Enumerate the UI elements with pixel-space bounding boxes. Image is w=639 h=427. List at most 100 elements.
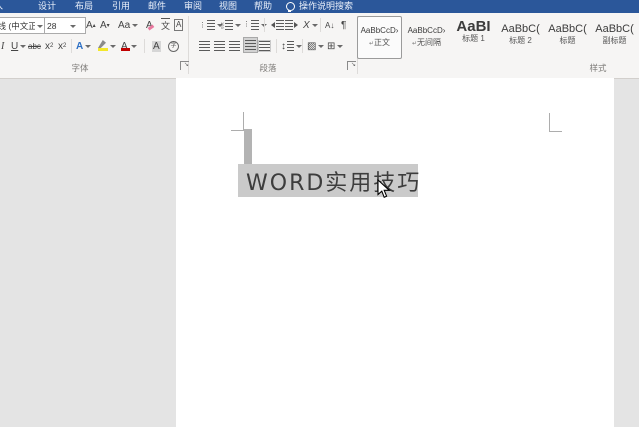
font-dialog-launcher[interactable]: ↘ [180, 61, 189, 70]
chevron-down-icon [235, 24, 241, 30]
change-case-button[interactable]: Aa [118, 17, 138, 33]
borders-button[interactable]: ⊞ [327, 38, 343, 54]
line-spacing-lines [287, 41, 294, 51]
shading-button[interactable]: ▨ [307, 38, 324, 54]
chevron-down-icon [132, 24, 138, 30]
paragraph-dialog-launcher[interactable]: ↘ [347, 61, 356, 70]
justify-icon [245, 40, 256, 50]
decrease-indent-button[interactable] [268, 17, 284, 33]
strikethrough-icon: abc [28, 42, 41, 51]
enclose-characters-button[interactable]: 字 [168, 38, 179, 54]
shrink-font-button[interactable]: A▾ [100, 17, 110, 33]
tab-design[interactable]: 设计 [38, 0, 56, 13]
bullets-icon: ⋮ [199, 21, 206, 29]
clear-formatting-button[interactable]: A [146, 17, 153, 33]
align-center-icon [214, 41, 225, 51]
font-name-value: 等线 (中文正文) [0, 20, 35, 32]
text-effects-icon: A [76, 41, 83, 52]
italic-button[interactable]: I [1, 38, 4, 54]
margin-mark-left-v [243, 112, 244, 130]
distribute-button[interactable] [259, 38, 270, 54]
character-border-icon: A [174, 19, 183, 31]
chevron-down-icon [318, 45, 324, 51]
margin-mark-right-v [549, 113, 550, 132]
tab-references[interactable]: 引用 [112, 0, 130, 13]
enclose-characters-icon: 字 [168, 41, 179, 52]
style-normal[interactable]: AaBbCcD› ↵正文 [357, 16, 402, 59]
document-selected-text[interactable]: WORD实用技巧 [238, 165, 421, 197]
divider [144, 39, 145, 53]
divider [276, 39, 277, 53]
multilevel-list-icon: ⋮ [243, 20, 250, 28]
tab-help[interactable]: 帮助 [254, 0, 272, 13]
text-effects-button[interactable]: A [76, 38, 91, 54]
chevron-down-icon [70, 25, 76, 31]
style-sample: AaBbC( [499, 22, 542, 36]
highlight-icon [97, 40, 108, 52]
subscript-button[interactable]: x2 [45, 38, 53, 54]
font-size-value: 28 [47, 21, 56, 31]
tab-layout[interactable]: 布局 [75, 0, 93, 13]
tab-view[interactable]: 视图 [219, 0, 237, 13]
tab-insert[interactable]: 插入 [0, 0, 3, 13]
align-left-icon [199, 41, 210, 51]
indent-lines [285, 20, 293, 30]
style-sample: A [632, 22, 639, 36]
chevron-down-icon [131, 45, 137, 51]
font-size-combo[interactable]: 28 [44, 17, 86, 34]
change-case-icon: Aa [118, 20, 130, 31]
chevron-down-icon [110, 45, 116, 51]
font-color-button[interactable]: A [120, 38, 137, 54]
underline-button[interactable]: U [11, 38, 26, 54]
increase-indent-button[interactable] [285, 17, 301, 33]
grow-font-icon: A [86, 20, 93, 31]
sort-arrow-icon: ↓ [330, 21, 334, 30]
align-center-button[interactable] [214, 38, 225, 54]
selection-highlight: WORD实用技巧 [238, 164, 418, 197]
style-subtle-emphasis[interactable]: A 不 [631, 16, 639, 59]
asian-layout-icon: X [303, 20, 310, 31]
selection-empty-line [244, 129, 252, 165]
divider [264, 18, 265, 32]
strikethrough-button[interactable]: abc [28, 38, 41, 54]
character-border-button[interactable]: A [174, 17, 183, 33]
phonetic-guide-icon: 文 [161, 18, 170, 32]
font-name-combo[interactable]: 等线 (中文正文) [0, 17, 46, 34]
chevron-down-icon [312, 24, 318, 30]
tab-review[interactable]: 审阅 [184, 0, 202, 13]
line-spacing-icon: ↕ [281, 41, 286, 52]
bullets-lines [207, 20, 215, 30]
shrink-font-icon: A [100, 20, 107, 31]
tab-mailings[interactable]: 邮件 [148, 0, 166, 13]
asian-layout-button[interactable]: X [303, 17, 318, 33]
text-highlight-button[interactable] [97, 38, 116, 54]
lightbulb-icon [286, 2, 295, 11]
align-left-button[interactable] [199, 38, 210, 54]
decrease-indent-icon [268, 22, 275, 28]
paragraph-group-label: 段落 [259, 62, 276, 74]
chevron-down-icon [85, 45, 91, 51]
chevron-down-icon [20, 45, 26, 51]
clear-formatting-icon: A [146, 20, 153, 31]
divider [71, 39, 72, 53]
grow-font-button[interactable]: A▴ [86, 17, 96, 33]
sort-button[interactable]: A ↓ [325, 17, 334, 33]
character-shading-icon: A [152, 41, 161, 52]
character-shading-button[interactable]: A [152, 38, 161, 54]
tell-me-label: 操作说明搜索 [299, 0, 353, 13]
show-hide-marks-button[interactable]: ¶ [341, 17, 346, 33]
align-right-icon [229, 41, 240, 51]
tell-me-search[interactable]: 操作说明搜索 [286, 0, 353, 13]
pilcrow-icon: ¶ [341, 20, 346, 31]
superscript-button[interactable]: x2 [58, 38, 66, 54]
line-spacing-button[interactable]: ↕ [281, 38, 302, 54]
style-title[interactable]: AaBbC( 标题 [545, 16, 590, 59]
style-heading2[interactable]: AaBbC( 标题 2 [498, 16, 543, 59]
font-group-label: 字体 [71, 62, 88, 74]
justify-button[interactable] [243, 37, 258, 53]
style-heading1[interactable]: AaBI 标题 1 [451, 16, 496, 59]
numbering-button[interactable]: 123 [221, 17, 241, 33]
align-right-button[interactable] [229, 38, 240, 54]
phonetic-guide-button[interactable]: 文 [161, 17, 170, 33]
style-no-spacing[interactable]: AaBbCcD› ↵无间隔 [404, 16, 449, 59]
